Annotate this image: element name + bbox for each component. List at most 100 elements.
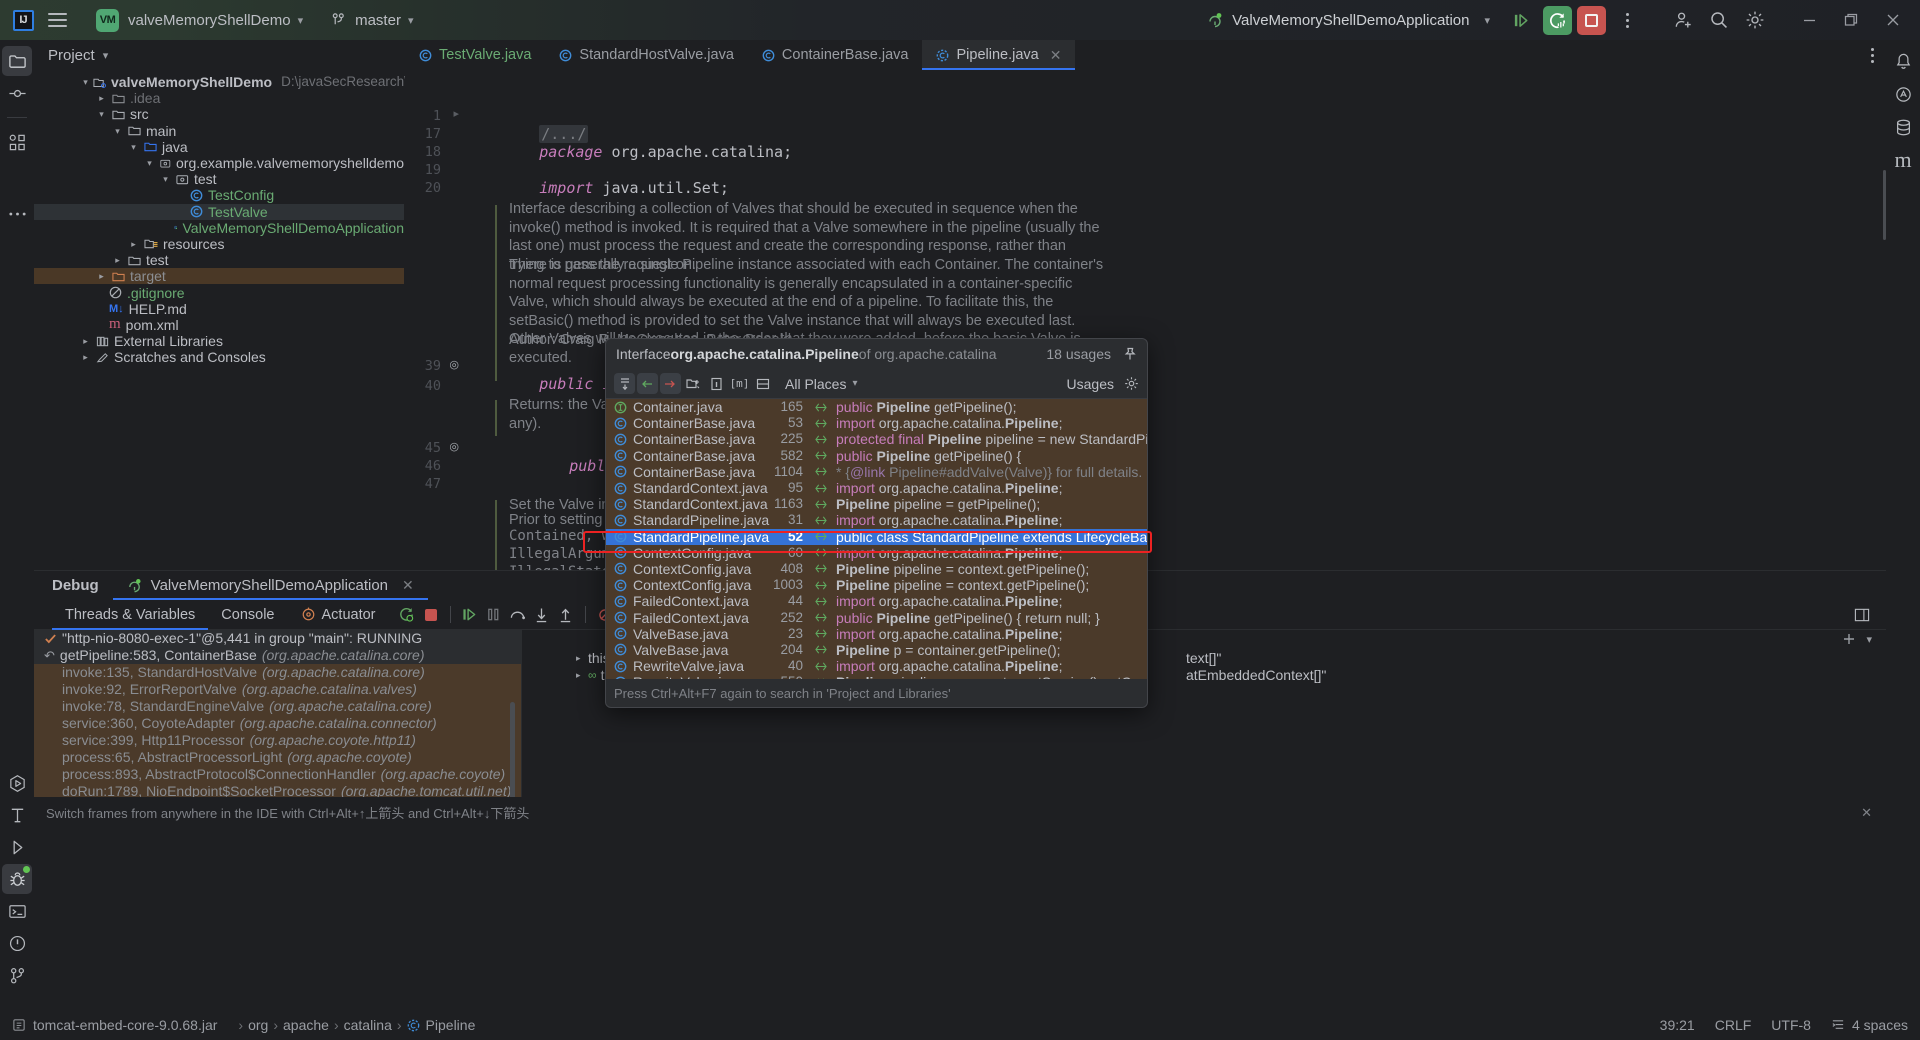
popup-settings-button[interactable] — [1124, 376, 1139, 391]
tree-item-java[interactable]: ▾ java — [34, 139, 404, 155]
sidebar-item-more-tools[interactable] — [2, 199, 32, 229]
step-over-button[interactable] — [506, 603, 530, 627]
sidebar-item-services[interactable] — [2, 832, 32, 862]
chevron-down-icon[interactable]: ▾ — [142, 155, 157, 171]
frames-list[interactable]: "http-nio-8080-exec-1"@5,441 in group "m… — [34, 630, 521, 797]
tree-item-main[interactable]: ▾ main — [34, 123, 404, 139]
step-into-button[interactable] — [530, 603, 554, 627]
fold-arrow-icon[interactable]: ▸ — [453, 107, 459, 120]
scope-selector[interactable]: All Places ▾ — [785, 376, 858, 392]
tree-item-external-libraries[interactable]: ▸ External Libraries — [34, 333, 404, 349]
branch-selector[interactable]: master ▾ — [331, 12, 413, 29]
chevron-right-icon[interactable]: ▸ — [94, 90, 109, 106]
thread-status-row[interactable]: "http-nio-8080-exec-1"@5,441 in group "m… — [34, 630, 521, 647]
frame-row[interactable]: invoke:92, ErrorReportValve (org.apache.… — [34, 681, 521, 698]
sidebar-item-maven[interactable]: m — [1888, 145, 1918, 175]
frame-row[interactable]: service:360, CoyoteAdapter (org.apache.c… — [34, 715, 521, 732]
sidebar-item-problems[interactable] — [2, 928, 32, 958]
usage-row-selected[interactable]: StandardPipeline.java 52 public class Sta… — [606, 528, 1147, 545]
stop-button[interactable] — [1577, 5, 1606, 35]
group-by-file-button[interactable] — [752, 373, 773, 394]
sidebar-item-version-control[interactable] — [2, 960, 32, 990]
project-selector[interactable]: VM valveMemoryShellDemo ▾ — [90, 6, 309, 35]
sidebar-item-project[interactable] — [2, 46, 32, 76]
more-actions-button[interactable] — [1610, 3, 1644, 37]
usage-row[interactable]: ContextConfig.java 1003 Pipeline pipeline… — [606, 577, 1147, 593]
usage-row[interactable]: ContextConfig.java 60 import org.apache.c… — [606, 545, 1147, 561]
indent-setting[interactable]: 4 spaces — [1831, 1017, 1908, 1033]
usage-row[interactable]: ContainerBase.java 225 protected final Pi… — [606, 431, 1147, 447]
frame-row[interactable]: invoke:135, StandardHostValve (org.apach… — [34, 664, 521, 681]
usage-row[interactable]: ContextConfig.java 408 Pipeline pipeline … — [606, 561, 1147, 577]
close-icon[interactable]: ✕ — [402, 577, 414, 594]
tree-item-resources[interactable]: ▸ resources — [34, 236, 404, 252]
sidebar-item-structure[interactable] — [2, 127, 32, 157]
tree-item-ValveMemoryShellDemoApplication[interactable]: ValveMemoryShellDemoApplication — [34, 220, 404, 236]
tree-item-src[interactable]: ▾ src — [34, 106, 404, 122]
frame-row-current[interactable]: ↶ getPipeline:583, ContainerBase (org.ap… — [34, 647, 521, 664]
resume-program-button[interactable] — [458, 603, 482, 627]
sidebar-item-notifications[interactable] — [1888, 46, 1918, 76]
account-button[interactable] — [1666, 3, 1700, 37]
tree-item-test-package[interactable]: ▾ test — [34, 171, 404, 187]
usage-row[interactable]: StandardPipeline.java 31 import org.apach… — [606, 512, 1147, 528]
chevron-right-icon[interactable]: ▸ — [94, 268, 109, 284]
project-tree[interactable]: ▾ valveMemoryShellDemo D:\javaSecResearc… — [34, 70, 535, 365]
usage-row[interactable]: FailedContext.java 252 public Pipeline ge… — [606, 609, 1147, 626]
frame-row[interactable]: service:399, Http11Processor (org.apache… — [34, 732, 521, 749]
previous-occurrence-button[interactable] — [637, 373, 658, 394]
implementation-gutter-icon[interactable]: ◎ — [449, 358, 459, 371]
chevron-down-icon[interactable]: ▾ — [94, 106, 109, 122]
encoding-label[interactable]: UTF-8 — [1771, 1017, 1811, 1033]
frame-row[interactable]: invoke:78, StandardEngineValve (org.apac… — [34, 698, 521, 715]
frames-scrollbar[interactable] — [510, 702, 515, 797]
breadcrumb-org[interactable]: org — [248, 1017, 268, 1033]
chevron-right-icon[interactable]: ▸ — [576, 650, 588, 667]
tree-item-org-example-valvememoryshelldemo[interactable]: ▾ org.example.valvememoryshelldemo — [34, 155, 404, 171]
step-out-button[interactable] — [554, 603, 578, 627]
chevron-down-icon[interactable]: ▾ — [1866, 633, 1872, 646]
pin-button[interactable] — [1123, 347, 1137, 361]
tree-item-idea[interactable]: ▸ .idea — [34, 90, 404, 106]
usage-row[interactable]: Container.java 165 public Pipeline getPip… — [606, 399, 1147, 415]
pause-program-button[interactable] — [482, 603, 506, 627]
tab-Pipeline-java[interactable]: Pipeline.java ✕ — [922, 40, 1076, 70]
implementation-gutter-icon[interactable]: ◎ — [449, 440, 459, 453]
chevron-right-icon[interactable]: ▸ — [126, 236, 141, 252]
chevron-right-icon[interactable]: ▸ — [110, 252, 125, 268]
tab-ContainerBase-java[interactable]: ContainerBase.java — [748, 40, 923, 70]
usage-row[interactable]: ValveBase.java 204 Pipeline p = container… — [606, 642, 1147, 658]
tab-actuator[interactable]: Actuator — [288, 600, 389, 630]
debug-session-tab[interactable]: ValveMemoryShellDemoApplication ✕ — [112, 571, 428, 600]
run-configuration-selector[interactable]: ValveMemoryShellDemoApplication ▾ — [1199, 9, 1498, 32]
breadcrumb-catalina[interactable]: catalina — [344, 1017, 392, 1033]
show-usage-info-button[interactable] — [706, 373, 727, 394]
close-icon[interactable]: ✕ — [1861, 805, 1872, 821]
sidebar-item-terminal[interactable] — [2, 896, 32, 926]
tree-item-TestConfig[interactable]: TestConfig — [34, 187, 404, 203]
filter-module-button[interactable]: [m] — [729, 373, 750, 394]
tree-item-test-folder[interactable]: ▸ test — [34, 252, 404, 268]
close-window-button[interactable] — [1872, 0, 1914, 40]
editor-scrollbar[interactable] — [1883, 170, 1886, 240]
stop-debug-button[interactable] — [419, 603, 443, 627]
tree-item-target[interactable]: ▸ target — [34, 268, 404, 285]
chevron-right-icon[interactable]: ▸ — [576, 667, 588, 684]
breadcrumb-pipeline[interactable]: Pipeline — [407, 1017, 475, 1033]
usage-row[interactable]: FailedContext.java 44 import org.apache.c… — [606, 593, 1147, 609]
sidebar-item-build[interactable] — [2, 800, 32, 830]
tree-item-scratches-and-consoles[interactable]: ▸ Scratches and Consoles — [34, 349, 404, 365]
tree-item-TestValve[interactable]: TestValve — [34, 203, 404, 220]
usages-list[interactable]: Container.java 165 public Pipeline getPip… — [606, 399, 1147, 679]
tab-threads-and-variables[interactable]: Threads & Variables — [52, 600, 209, 630]
open-in-find-window-button[interactable] — [683, 373, 704, 394]
usage-row[interactable]: StandardContext.java 1163 Pipeline pipeli… — [606, 496, 1147, 512]
usage-row[interactable]: ValveBase.java 23 import org.apache.catal… — [606, 626, 1147, 642]
chevron-down-icon[interactable]: ▾ — [110, 123, 125, 139]
expand-all-button[interactable] — [614, 373, 635, 394]
project-panel-header[interactable]: Project ▾ — [34, 40, 404, 70]
minimize-window-button[interactable] — [1788, 0, 1830, 40]
sidebar-item-debug[interactable] — [2, 864, 32, 894]
chevron-right-icon[interactable]: ▸ — [78, 349, 93, 365]
usage-row[interactable]: ContainerBase.java 53 import org.apache.c… — [606, 415, 1147, 431]
